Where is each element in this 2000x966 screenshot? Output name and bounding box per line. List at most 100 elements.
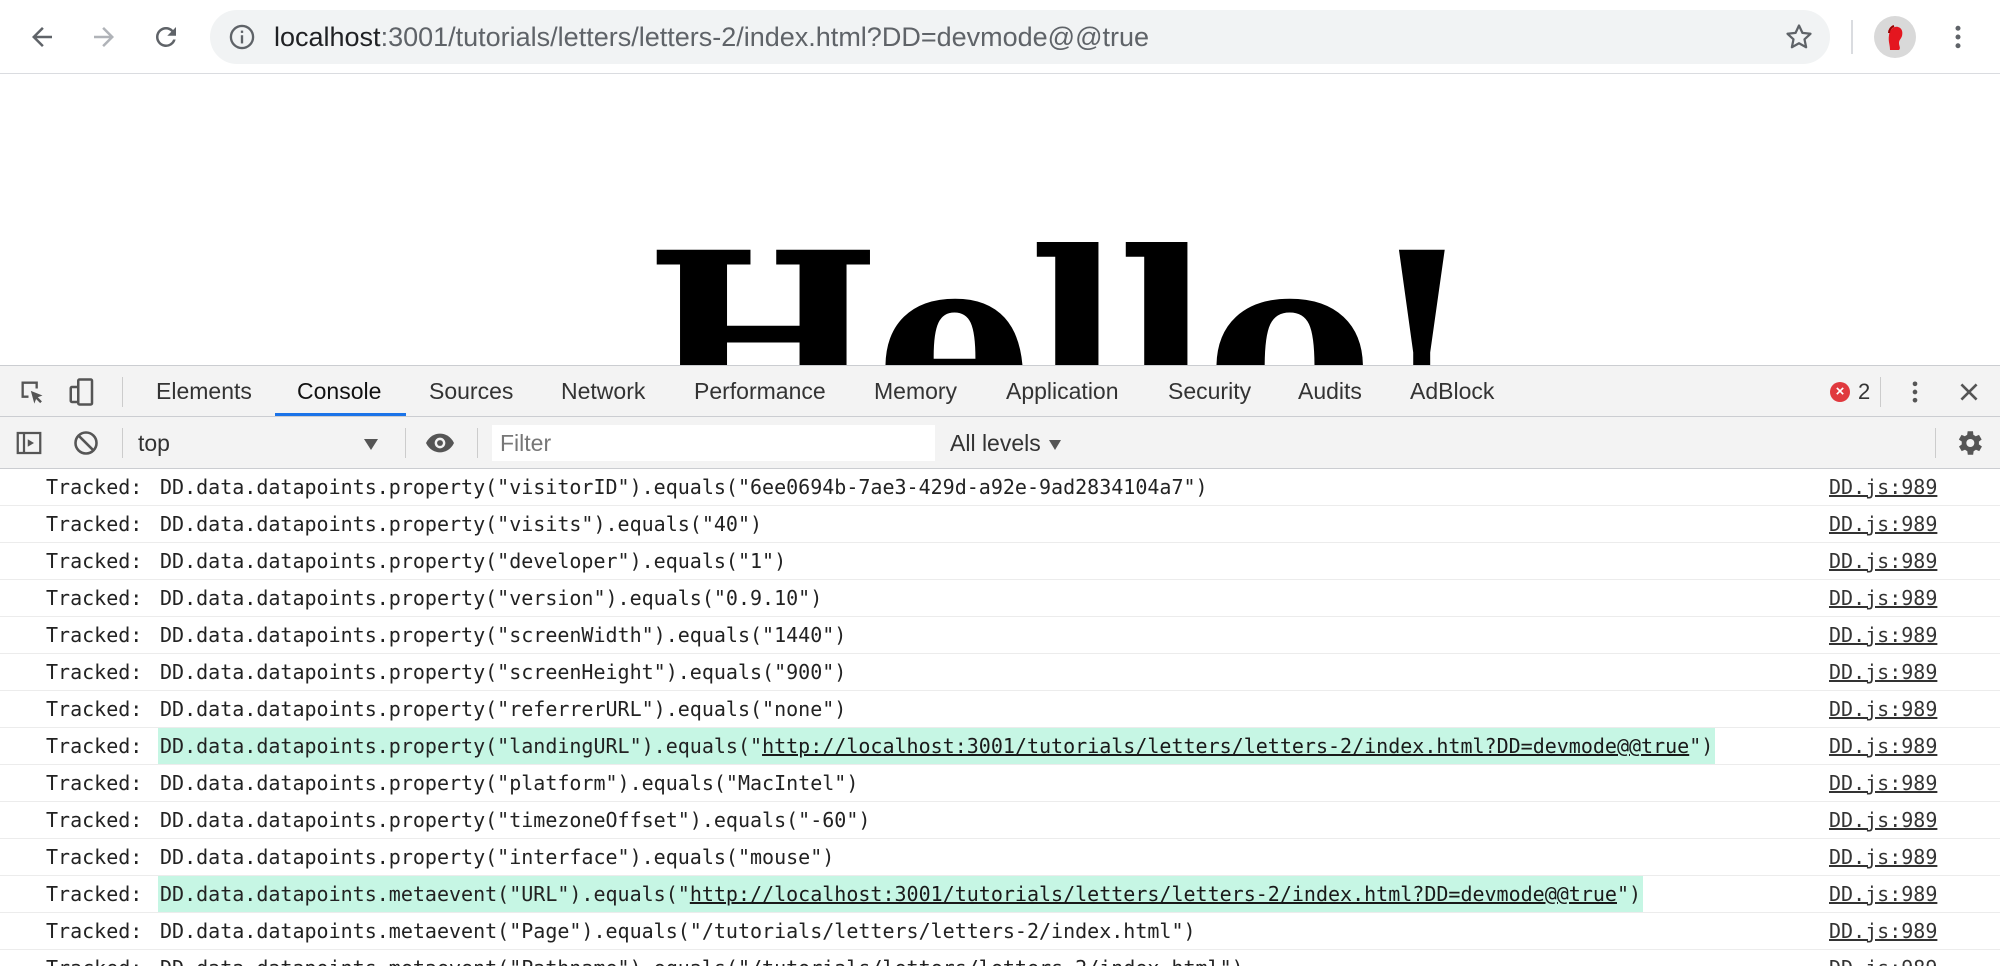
inspect-element-icon[interactable] xyxy=(16,376,48,408)
address-bar[interactable]: localhost:3001/tutorials/letters/letters… xyxy=(210,10,1830,64)
message-prefix: Tracked: xyxy=(46,734,143,758)
message-prefix: Tracked: xyxy=(46,919,143,943)
show-sidebar-icon[interactable] xyxy=(13,427,45,459)
message-prefix: Tracked: xyxy=(46,697,143,721)
message-text-before: DD.data.datapoints.property("landingURL"… xyxy=(160,734,763,758)
console-toolbar: top All levels xyxy=(0,417,2000,469)
message-url-link[interactable]: http://localhost:3001/tutorials/letters/… xyxy=(762,734,1689,758)
message-source-link[interactable]: DD.js:989 xyxy=(1829,580,1937,616)
close-devtools-icon[interactable] xyxy=(1953,376,1985,408)
message-source-link[interactable]: DD.js:989 xyxy=(1829,654,1937,690)
message-prefix: Tracked: xyxy=(46,771,143,795)
tab-adblock[interactable]: AdBlock xyxy=(1410,366,1494,416)
chevron-down-icon xyxy=(1048,439,1061,450)
console-message-row: Tracked: DD.data.datapoints.property("lan… xyxy=(0,728,2000,765)
context-selector[interactable]: top xyxy=(126,417,396,469)
console-message-row: Tracked: DD.data.datapoints.property("vis… xyxy=(0,506,2000,543)
tab-audits[interactable]: Audits xyxy=(1298,366,1362,416)
toolbar-separator xyxy=(1851,20,1853,54)
bookmark-star-icon[interactable] xyxy=(1784,22,1814,52)
message-text: DD.data.datapoints.property("referrerURL… xyxy=(160,697,847,721)
clear-console-icon[interactable] xyxy=(70,427,102,459)
message-text: DD.data.datapoints.property("interface")… xyxy=(160,845,835,869)
message-prefix: Tracked: xyxy=(46,475,143,499)
context-value: top xyxy=(138,430,170,456)
toolbar-divider xyxy=(122,428,123,458)
message-source-link[interactable]: DD.js:989 xyxy=(1829,802,1937,838)
tab-memory[interactable]: Memory xyxy=(874,366,957,416)
console-message-row: Tracked: DD.data.datapoints.metaevent("UR… xyxy=(0,876,2000,913)
active-tab-indicator xyxy=(275,413,406,416)
message-prefix: Tracked: xyxy=(46,845,143,869)
devtools-tab-bar: Elements Console Sources Network Perform… xyxy=(0,365,2000,417)
devtools-menu-icon[interactable] xyxy=(1899,376,1931,408)
console-message-row: Tracked: DD.data.datapoints.property("dev… xyxy=(0,543,2000,580)
message-text: DD.data.datapoints.property("developer")… xyxy=(160,549,787,573)
message-prefix: Tracked: xyxy=(46,623,143,647)
console-message-row: Tracked: DD.data.datapoints.metaevent("Pa… xyxy=(0,913,2000,950)
back-icon[interactable] xyxy=(17,12,67,62)
tab-application[interactable]: Application xyxy=(1006,366,1119,416)
url-path: :3001/tutorials/letters/letters-2/index.… xyxy=(380,22,1149,52)
log-levels-dropdown[interactable]: All levels xyxy=(950,417,1061,469)
forward-icon[interactable] xyxy=(79,12,129,62)
tab-sources[interactable]: Sources xyxy=(429,366,513,416)
tab-performance[interactable]: Performance xyxy=(694,366,826,416)
browser-menu-icon[interactable] xyxy=(1933,12,1983,62)
url-host: localhost xyxy=(274,22,381,52)
message-text: DD.data.datapoints.property("screenWidth… xyxy=(160,623,847,647)
reload-icon[interactable] xyxy=(141,12,191,62)
message-source-link[interactable]: DD.js:989 xyxy=(1829,913,1937,949)
message-source-link[interactable]: DD.js:989 xyxy=(1829,543,1937,579)
message-text: DD.data.datapoints.property("timezoneOff… xyxy=(160,808,871,832)
error-count: 2 xyxy=(1858,379,1871,404)
tab-divider xyxy=(1880,377,1881,407)
tab-divider xyxy=(122,377,123,407)
message-source-link[interactable]: DD.js:989 xyxy=(1829,839,1937,875)
message-text: DD.data.datapoints.property("screenHeigh… xyxy=(160,660,847,684)
message-text: DD.data.datapoints.property("version").e… xyxy=(160,586,823,610)
console-message-row: Tracked: DD.data.datapoints.property("ver… xyxy=(0,580,2000,617)
console-message-row: Tracked: DD.data.datapoints.property("vis… xyxy=(0,469,2000,506)
url-text[interactable]: localhost:3001/tutorials/letters/letters… xyxy=(274,10,1149,64)
console-message-row: Tracked: DD.data.datapoints.property("scr… xyxy=(0,617,2000,654)
message-prefix: Tracked: xyxy=(46,660,143,684)
message-text: DD.data.datapoints.metaevent("Pathname")… xyxy=(158,950,1246,966)
message-url-link[interactable]: http://localhost:3001/tutorials/letters/… xyxy=(690,882,1617,906)
message-prefix: Tracked: xyxy=(46,882,143,906)
live-expression-eye-icon[interactable] xyxy=(424,427,456,459)
message-source-link[interactable]: DD.js:989 xyxy=(1829,469,1937,505)
console-message-row: Tracked: DD.data.datapoints.property("ref… xyxy=(0,691,2000,728)
filter-input[interactable] xyxy=(492,425,935,461)
message-source-link[interactable]: DD.js:989 xyxy=(1829,617,1937,653)
console-message-row: Tracked: DD.data.datapoints.property("pla… xyxy=(0,765,2000,802)
message-source-link[interactable]: DD.js:989 xyxy=(1829,950,1937,966)
console-message-row: Tracked: DD.data.datapoints.property("scr… xyxy=(0,654,2000,691)
message-text-after: ") xyxy=(1616,882,1642,906)
tab-security[interactable]: Security xyxy=(1168,366,1251,416)
message-prefix: Tracked: xyxy=(46,950,142,966)
message-source-link[interactable]: DD.js:989 xyxy=(1829,765,1937,801)
message-text-after: ") xyxy=(1689,734,1714,758)
console-output: Tracked: DD.data.datapoints.property("vis… xyxy=(0,469,2000,966)
message-prefix: Tracked: xyxy=(46,586,143,610)
browser-toolbar: localhost:3001/tutorials/letters/letters… xyxy=(0,0,2000,74)
error-count-badge[interactable]: × 2 xyxy=(1830,379,1870,405)
message-source-link[interactable]: DD.js:989 xyxy=(1829,691,1937,727)
site-info-icon[interactable] xyxy=(228,23,256,51)
profile-avatar[interactable] xyxy=(1874,16,1916,58)
tab-console[interactable]: Console xyxy=(297,366,381,416)
error-icon: × xyxy=(1830,382,1850,402)
tab-network[interactable]: Network xyxy=(561,366,645,416)
message-text: DD.data.datapoints.property("platform").… xyxy=(160,771,859,795)
tab-elements[interactable]: Elements xyxy=(156,366,252,416)
device-toolbar-icon[interactable] xyxy=(66,376,98,408)
message-source-link[interactable]: DD.js:989 xyxy=(1829,728,1937,764)
message-source-link[interactable]: DD.js:989 xyxy=(1829,876,1937,912)
console-settings-gear-icon[interactable] xyxy=(1953,427,1985,459)
console-message-row: Tracked: DD.data.datapoints.property("int… xyxy=(0,839,2000,876)
message-text: DD.data.datapoints.property("visitorID")… xyxy=(160,475,1208,499)
message-text: DD.data.datapoints.property("visits").eq… xyxy=(160,512,763,536)
page-heading: Hello! xyxy=(645,197,1477,365)
message-source-link[interactable]: DD.js:989 xyxy=(1829,506,1937,542)
